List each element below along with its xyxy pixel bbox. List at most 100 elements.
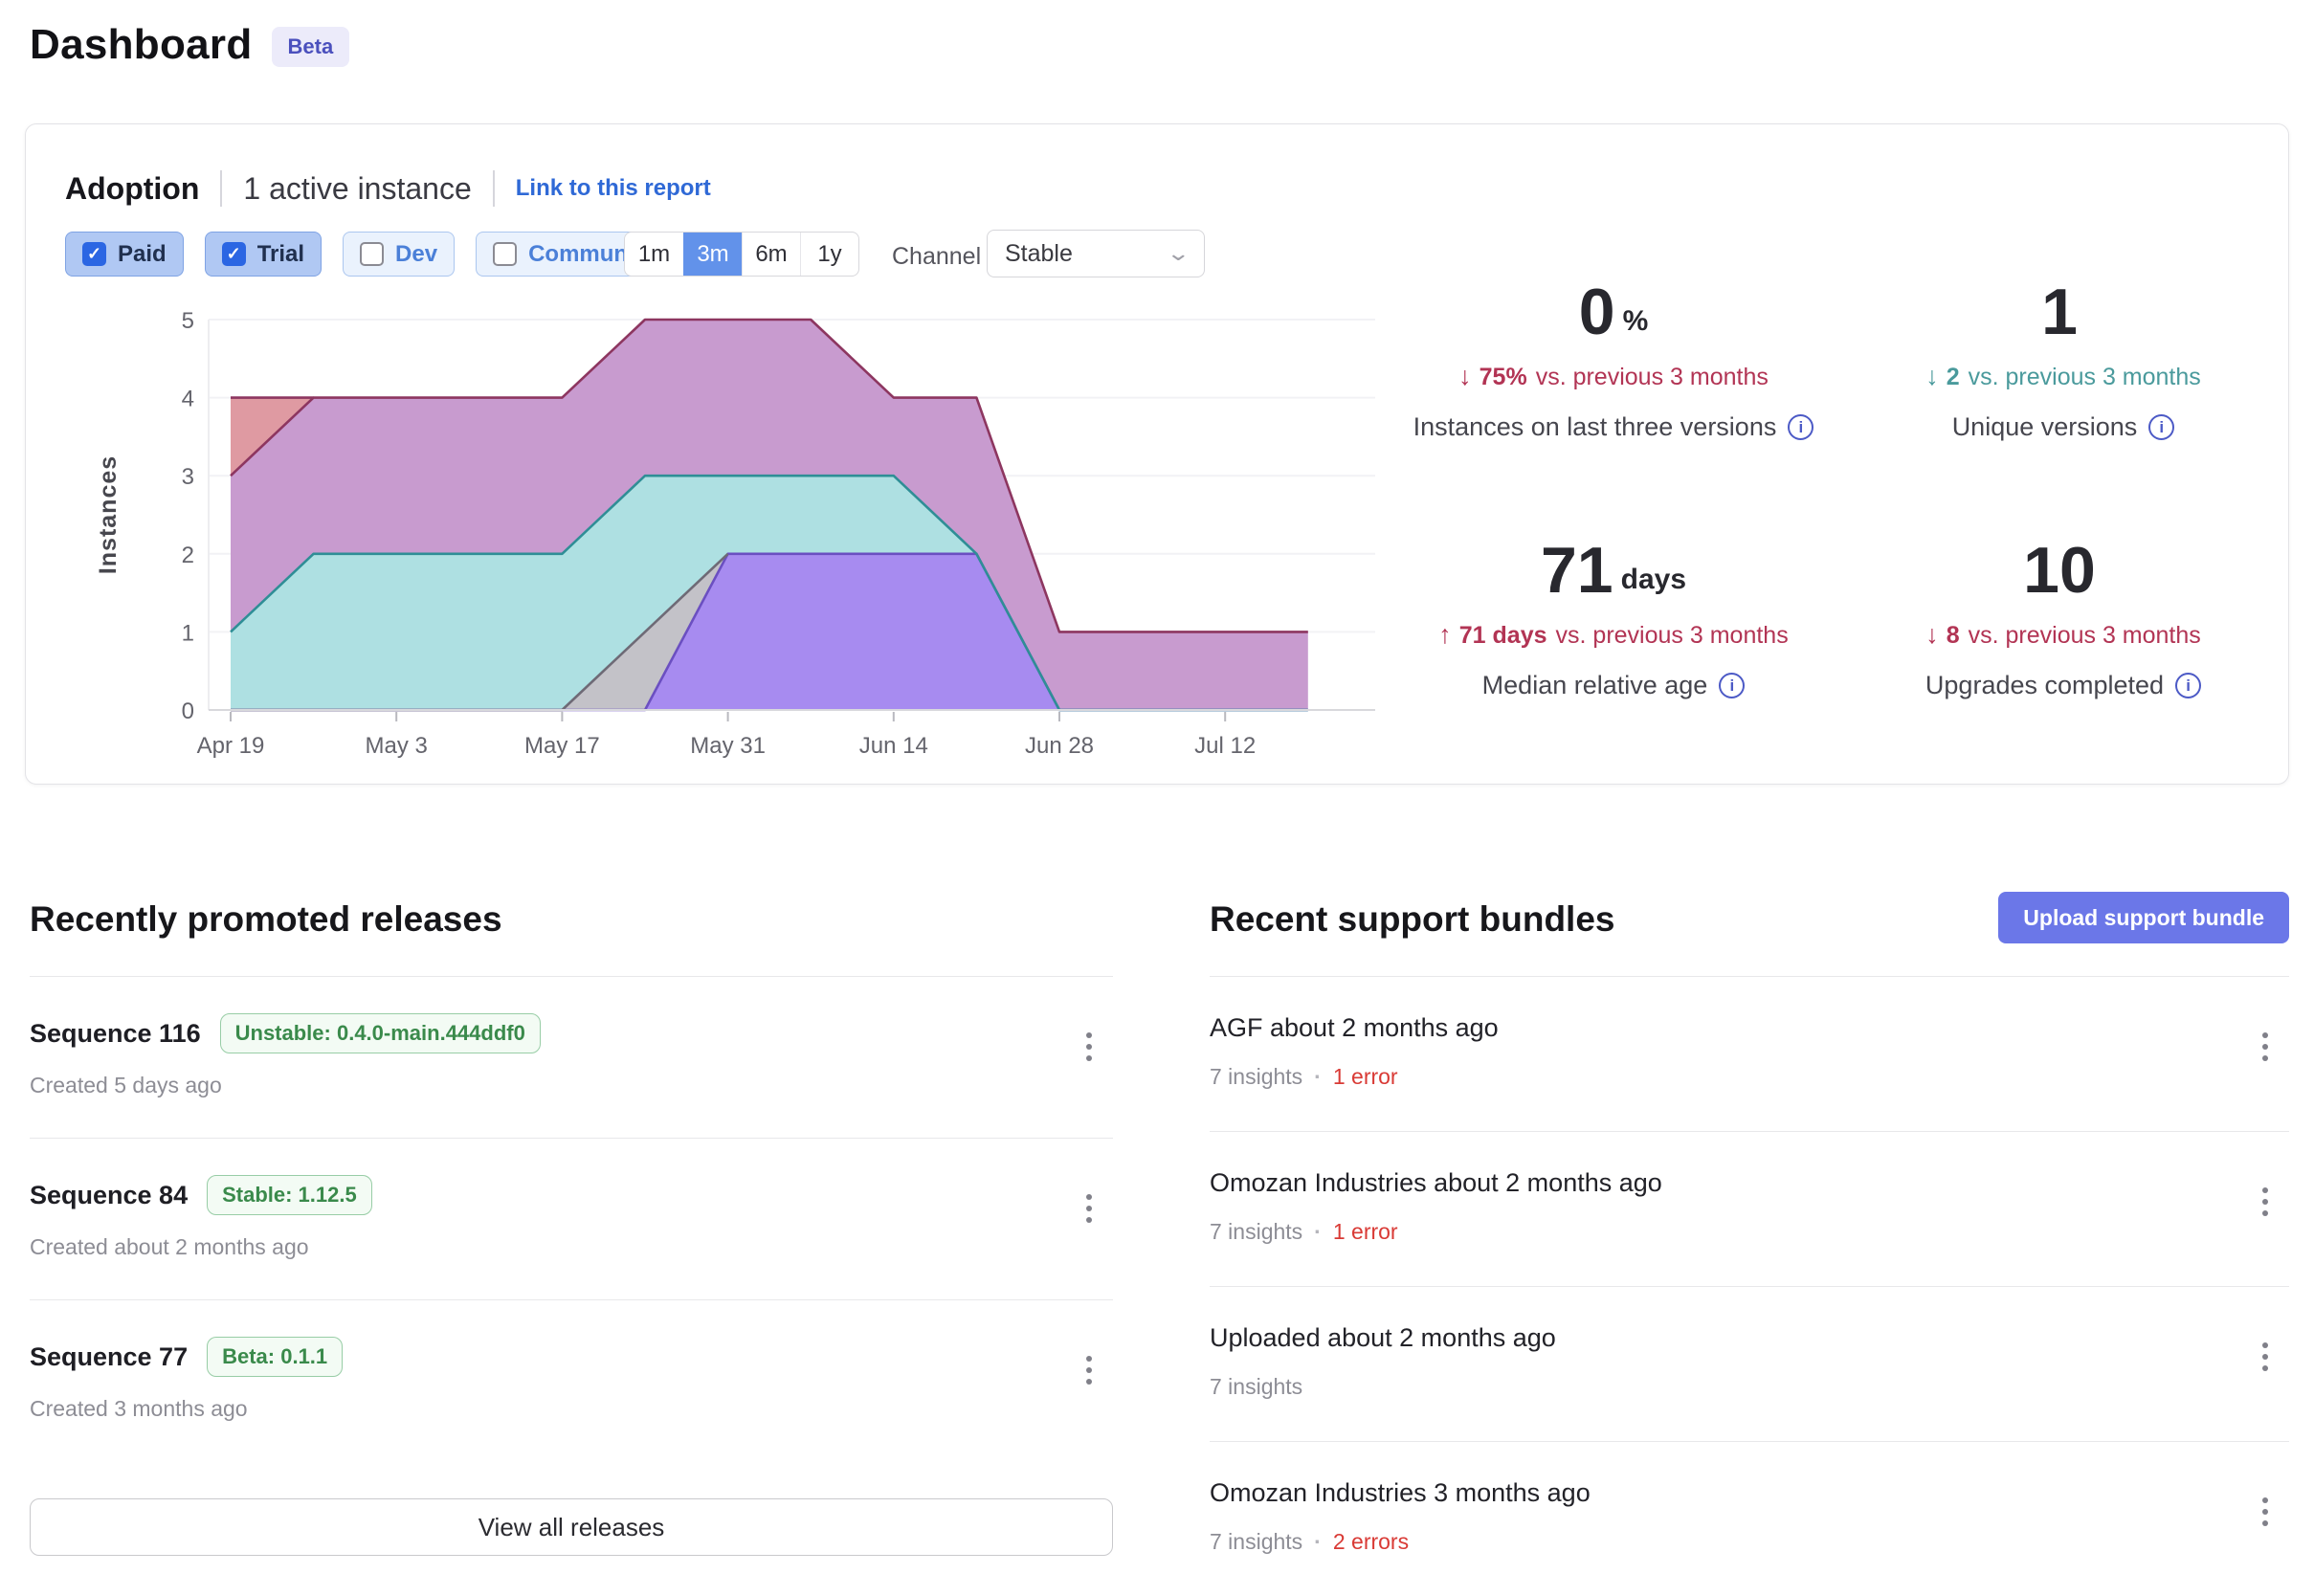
dot-separator: [1314, 1064, 1322, 1090]
kebab-menu-icon[interactable]: [1080, 1350, 1098, 1390]
chevron-down-icon: ⌄: [1166, 241, 1190, 266]
bundle-row: Omozan Industries 3 months ago 7 insight…: [1210, 1441, 2289, 1596]
info-icon[interactable]: i: [2175, 673, 2201, 698]
header-divider: [493, 170, 495, 207]
kebab-menu-icon[interactable]: [2257, 1337, 2274, 1377]
kebab-menu-icon[interactable]: [2257, 1027, 2274, 1067]
bundle-row: Omozan Industries about 2 months ago 7 i…: [1210, 1131, 2289, 1286]
filter-chip-trial[interactable]: ✓ Trial: [205, 232, 322, 277]
svg-text:May 17: May 17: [524, 733, 600, 759]
svg-text:May 3: May 3: [366, 733, 428, 759]
page-title: Dashboard: [30, 21, 253, 69]
bundle-title: AGF about 2 months ago: [1210, 1013, 2289, 1043]
svg-text:Jun 14: Jun 14: [859, 733, 928, 759]
info-icon[interactable]: i: [1719, 673, 1745, 698]
adoption-area-chart: Apr 19May 3May 17May 31Jun 14Jun 28Jul 1…: [87, 288, 1389, 766]
checkbox-icon: [360, 242, 384, 266]
svg-text:Jun 28: Jun 28: [1025, 733, 1094, 759]
view-all-releases-button[interactable]: View all releases: [30, 1498, 1113, 1556]
upload-support-bundle-button[interactable]: Upload support bundle: [1998, 892, 2289, 943]
svg-text:Instances: Instances: [95, 455, 122, 574]
release-row: Sequence 77 Beta: 0.1.1 Created 3 months…: [30, 1299, 1113, 1461]
adoption-card-header: Adoption 1 active instance Link to this …: [65, 170, 711, 207]
stat-upgrades-completed: 10 ↓8vs. previous 3 months Upgrades comp…: [1838, 537, 2288, 776]
svg-text:Jul 12: Jul 12: [1194, 733, 1256, 759]
stat-unique-versions: 1 ↓2vs. previous 3 months Unique version…: [1838, 278, 2288, 518]
arrow-down-icon: ↓: [1925, 620, 1939, 649]
channel-select[interactable]: Stable ⌄: [987, 230, 1205, 277]
bundle-row: Uploaded about 2 months ago 7 insights: [1210, 1286, 2289, 1441]
stat-delta: ↑71 daysvs. previous 3 months: [1389, 620, 1838, 650]
kebab-menu-icon[interactable]: [2257, 1492, 2274, 1532]
svg-text:5: 5: [182, 308, 194, 334]
time-range-selector: 1m 3m 6m 1y: [624, 232, 859, 277]
bundle-insights: 7 insights: [1210, 1064, 1302, 1090]
adoption-stats: 0% ↓75%vs. previous 3 months Instances o…: [1389, 259, 2288, 776]
bundle-errors: 1 error: [1333, 1219, 1398, 1245]
link-to-report[interactable]: Link to this report: [516, 175, 711, 202]
beta-badge: Beta: [272, 27, 350, 67]
svg-text:0: 0: [182, 698, 194, 724]
release-created: Created 3 months ago: [30, 1396, 1113, 1461]
releases-section: Recently promoted releases Sequence 116 …: [30, 899, 1113, 1556]
bundle-errors: 2 errors: [1333, 1529, 1409, 1555]
release-created: Created 5 days ago: [30, 1073, 1113, 1138]
bundle-title: Omozan Industries 3 months ago: [1210, 1478, 2289, 1508]
release-channel-badge: Unstable: 0.4.0-main.444ddf0: [220, 1013, 541, 1053]
stat-delta: ↓2vs. previous 3 months: [1838, 362, 2288, 391]
release-row: Sequence 84 Stable: 1.12.5 Created about…: [30, 1138, 1113, 1299]
release-row: Sequence 116 Unstable: 0.4.0-main.444ddf…: [30, 976, 1113, 1138]
bundle-insights: 7 insights: [1210, 1374, 1302, 1400]
arrow-down-icon: ↓: [1925, 362, 1939, 390]
release-title: Sequence 116: [30, 1019, 201, 1049]
stat-delta: ↓8vs. previous 3 months: [1838, 620, 2288, 650]
channel-label: Channel: [892, 243, 981, 271]
range-6m[interactable]: 6m: [742, 233, 800, 276]
bundle-title: Omozan Industries about 2 months ago: [1210, 1168, 2289, 1198]
bundle-insights: 7 insights: [1210, 1219, 1302, 1245]
info-icon[interactable]: i: [2148, 414, 2174, 440]
arrow-up-icon: ↑: [1438, 620, 1452, 649]
bundle-row: AGF about 2 months ago 7 insights 1 erro…: [1210, 976, 2289, 1131]
svg-text:1: 1: [182, 620, 194, 646]
channel-select-value: Stable: [1005, 240, 1073, 268]
svg-text:4: 4: [182, 387, 194, 412]
license-filters: ✓ Paid ✓ Trial Dev Community: [65, 232, 672, 277]
active-instances-count: 1 active instance: [243, 171, 471, 207]
adoption-title: Adoption: [65, 171, 199, 207]
range-1m[interactable]: 1m: [625, 233, 683, 276]
filter-chip-paid[interactable]: ✓ Paid: [65, 232, 184, 277]
dot-separator: [1314, 1219, 1322, 1245]
stat-instances-last-three-versions: 0% ↓75%vs. previous 3 months Instances o…: [1389, 278, 1838, 518]
filter-chip-dev[interactable]: Dev: [343, 232, 455, 277]
release-title: Sequence 77: [30, 1342, 188, 1372]
bundles-section: Recent support bundles Upload support bu…: [1210, 899, 2289, 1596]
adoption-card: Adoption 1 active instance Link to this …: [25, 123, 2289, 785]
info-icon[interactable]: i: [1788, 414, 1813, 440]
range-1y[interactable]: 1y: [800, 233, 858, 276]
page-header: Dashboard Beta: [30, 21, 349, 69]
stat-median-relative-age: 71days ↑71 daysvs. previous 3 months Med…: [1389, 537, 1838, 776]
kebab-menu-icon[interactable]: [1080, 1188, 1098, 1229]
header-divider: [220, 170, 222, 207]
checkbox-icon: [493, 242, 517, 266]
release-channel-badge: Stable: 1.12.5: [207, 1175, 372, 1215]
svg-text:3: 3: [182, 464, 194, 490]
range-3m[interactable]: 3m: [683, 233, 742, 276]
bundle-title: Uploaded about 2 months ago: [1210, 1323, 2289, 1353]
checkbox-icon: ✓: [82, 242, 106, 266]
kebab-menu-icon[interactable]: [2257, 1182, 2274, 1222]
release-title: Sequence 84: [30, 1181, 188, 1210]
svg-text:2: 2: [182, 543, 194, 568]
svg-text:Apr 19: Apr 19: [197, 733, 265, 759]
release-channel-badge: Beta: 0.1.1: [207, 1337, 343, 1377]
kebab-menu-icon[interactable]: [1080, 1027, 1098, 1067]
bundle-insights: 7 insights: [1210, 1529, 1302, 1555]
dot-separator: [1314, 1529, 1322, 1555]
releases-heading: Recently promoted releases: [30, 899, 1113, 940]
release-created: Created about 2 months ago: [30, 1234, 1113, 1299]
arrow-down-icon: ↓: [1458, 362, 1472, 390]
stat-delta: ↓75%vs. previous 3 months: [1389, 362, 1838, 391]
bundle-errors: 1 error: [1333, 1064, 1398, 1090]
checkbox-icon: ✓: [222, 242, 246, 266]
